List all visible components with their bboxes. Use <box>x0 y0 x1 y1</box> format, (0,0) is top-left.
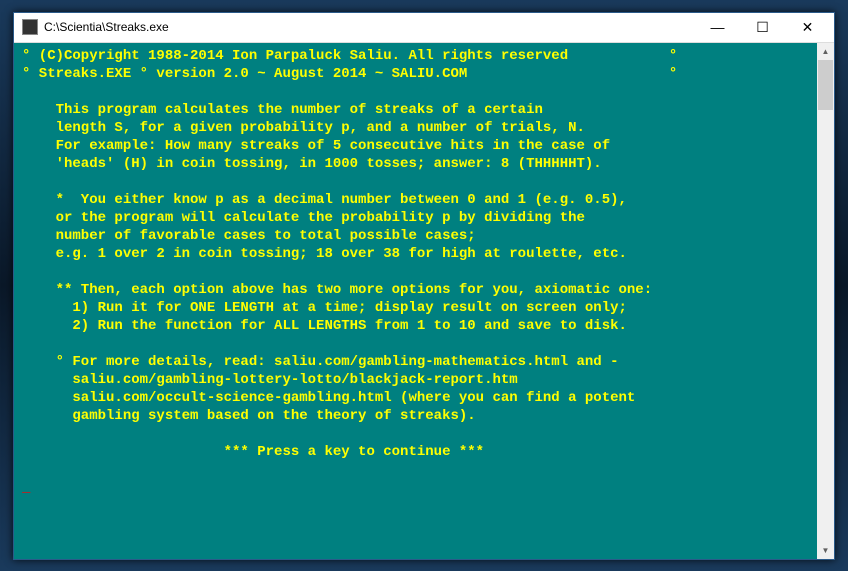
close-button[interactable]: ✕ <box>785 13 830 41</box>
text-line: number of favorable cases to total possi… <box>22 228 476 244</box>
scroll-down-arrow[interactable]: ▼ <box>817 542 834 559</box>
text-line: length S, for a given probability p, and… <box>22 120 585 136</box>
text-line: 'heads' (H) in coin tossing, in 1000 tos… <box>22 156 602 172</box>
text-line: saliu.com/gambling-lottery-lotto/blackja… <box>22 372 518 388</box>
text-line: ° Streaks.EXE ° version 2.0 ~ August 201… <box>22 66 677 82</box>
console-output[interactable]: ° (C)Copyright 1988-2014 Ion Parpaluck S… <box>14 43 817 559</box>
vertical-scrollbar[interactable]: ▲ ▼ <box>817 43 834 559</box>
window-controls: — ☐ ✕ <box>695 13 830 41</box>
text-line: or the program will calculate the probab… <box>22 210 585 226</box>
text-line: 2) Run the function for ALL LENGTHS from… <box>22 318 627 334</box>
console-area: ° (C)Copyright 1988-2014 Ion Parpaluck S… <box>14 43 834 559</box>
maximize-button[interactable]: ☐ <box>740 13 785 41</box>
text-line: ° For more details, read: saliu.com/gamb… <box>22 354 619 370</box>
cursor: _ <box>22 480 30 496</box>
text-line: saliu.com/occult-science-gambling.html (… <box>22 390 635 406</box>
text-line: ** Then, each option above has two more … <box>22 282 652 298</box>
text-line: e.g. 1 over 2 in coin tossing; 18 over 3… <box>22 246 627 262</box>
text-line: 1) Run it for ONE LENGTH at a time; disp… <box>22 300 627 316</box>
text-line: gambling system based on the theory of s… <box>22 408 476 424</box>
text-line: *** Press a key to continue *** <box>22 444 484 460</box>
text-line: ° (C)Copyright 1988-2014 Ion Parpaluck S… <box>22 48 677 64</box>
scroll-thumb[interactable] <box>818 60 833 110</box>
text-line: For example: How many streaks of 5 conse… <box>22 138 610 154</box>
scroll-up-arrow[interactable]: ▲ <box>817 43 834 60</box>
window-title: C:\Scientia\Streaks.exe <box>44 20 695 34</box>
text-line: This program calculates the number of st… <box>22 102 543 118</box>
application-window: C:\Scientia\Streaks.exe — ☐ ✕ ° (C)Copyr… <box>13 12 835 560</box>
text-line: * You either know p as a decimal number … <box>22 192 627 208</box>
minimize-button[interactable]: — <box>695 13 740 41</box>
app-icon <box>22 19 38 35</box>
titlebar[interactable]: C:\Scientia\Streaks.exe — ☐ ✕ <box>14 13 834 43</box>
